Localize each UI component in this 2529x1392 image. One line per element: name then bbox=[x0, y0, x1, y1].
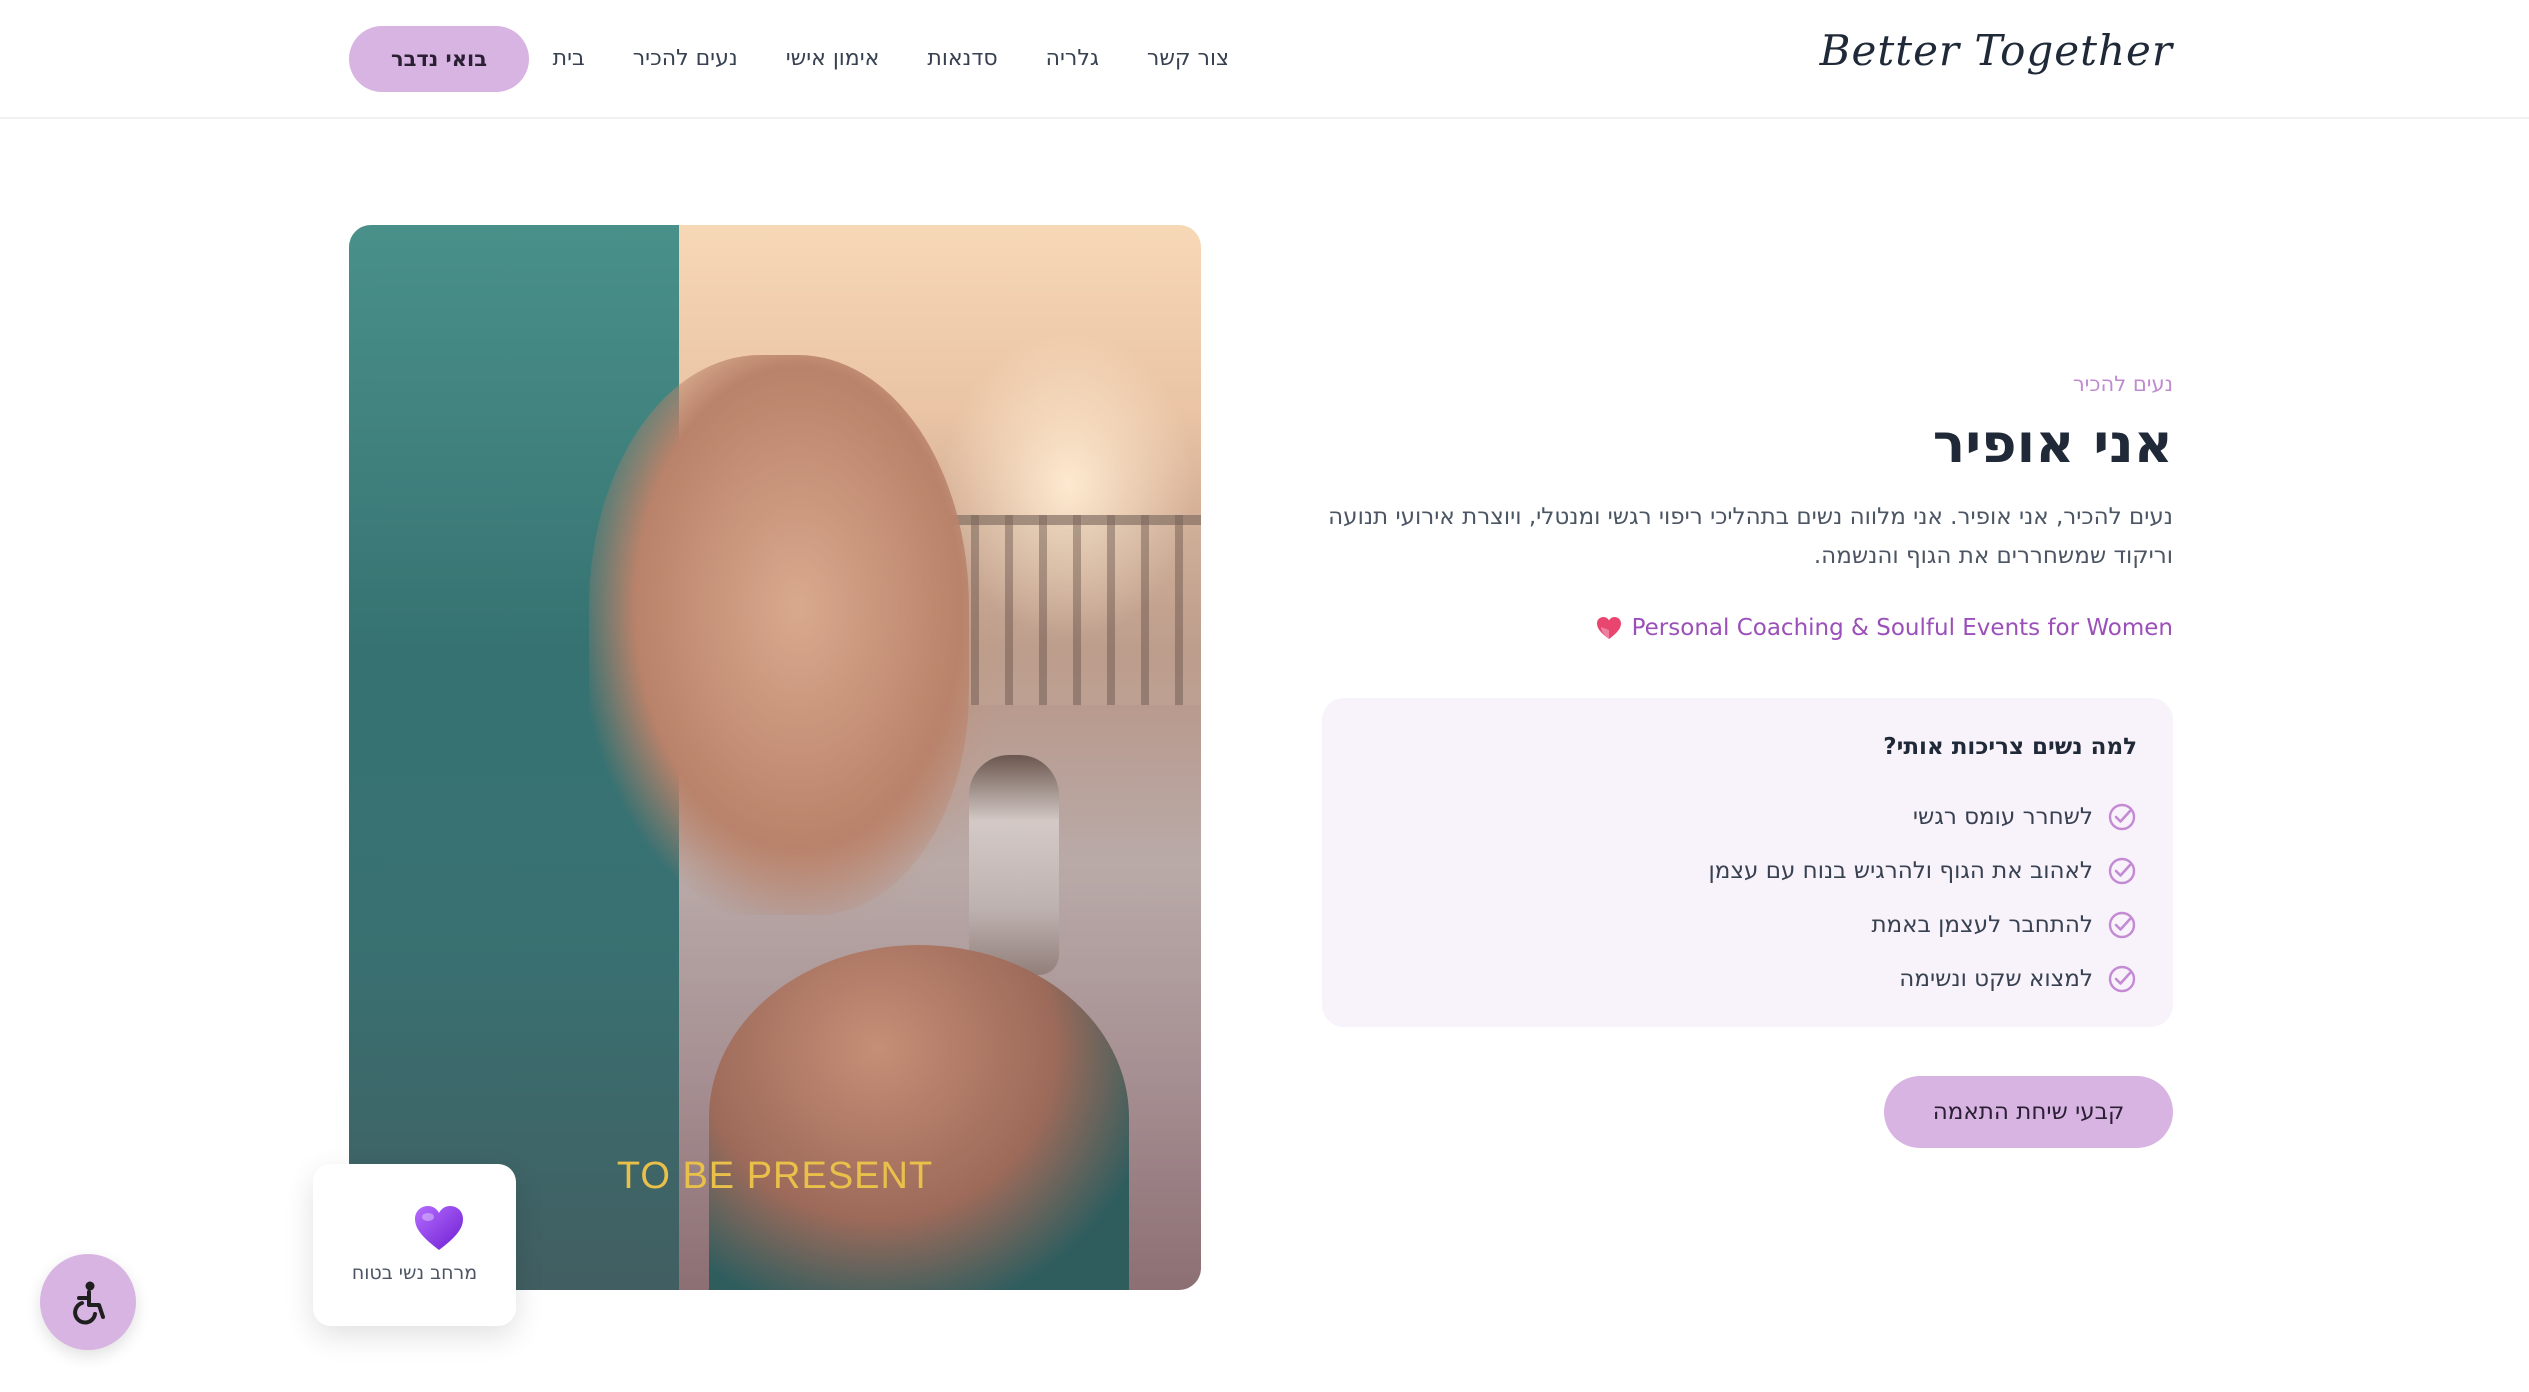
site-logo[interactable]: Better Together bbox=[1820, 26, 2173, 75]
accessibility-button[interactable] bbox=[40, 1254, 136, 1350]
list-item-text: לשחרר עומס רגשי bbox=[1912, 804, 2093, 830]
nav-item-coaching[interactable]: אימון אישי bbox=[786, 46, 880, 71]
check-circle-icon bbox=[2108, 911, 2136, 939]
nav-item-about[interactable]: נעים להכיר bbox=[633, 46, 738, 71]
list-item-text: להתחבר לעצמן באמת bbox=[1871, 912, 2093, 938]
page-title: אני אופיר bbox=[1932, 412, 2173, 475]
about-description: נעים להכיר, אני אופיר. אני מלווה נשים בת… bbox=[1328, 504, 2173, 569]
pink-heart-icon bbox=[1596, 617, 1621, 639]
section-eyebrow: נעים להכיר bbox=[2072, 372, 2173, 396]
list-item: לשחרר עומס רגשי bbox=[1708, 790, 2137, 844]
nav-item-contact[interactable]: צור קשר bbox=[1147, 46, 1229, 71]
lets-talk-button[interactable]: בואי נדבר bbox=[349, 26, 529, 92]
main-nav: בית נעים להכיר אימון אישי סדנאות גלריה צ… bbox=[553, 0, 1229, 117]
safe-space-card: מרחב נשי בטוח bbox=[313, 1164, 516, 1326]
list-item: למצוא שקט ונשימה bbox=[1708, 952, 2137, 1006]
photo-face-shape bbox=[589, 355, 969, 915]
safe-space-label: מרחב נשי בטוח bbox=[351, 1262, 478, 1284]
hero-photo: TO BE PRESENT bbox=[349, 225, 1201, 1290]
photo-shoulder-shape bbox=[709, 945, 1129, 1290]
list-item: לאהוב את הגוף ולהרגיש בנוח עם עצמן bbox=[1708, 844, 2137, 898]
why-me-card: למה נשים צריכות אותי? לשחרר עומס רגשי לא… bbox=[1322, 698, 2173, 1027]
nav-item-home[interactable]: בית bbox=[553, 46, 585, 71]
nav-item-gallery[interactable]: גלריה bbox=[1046, 46, 1099, 71]
photo-background-person-shape bbox=[969, 755, 1059, 975]
check-circle-icon bbox=[2108, 857, 2136, 885]
accessibility-icon bbox=[73, 1281, 105, 1325]
book-intro-call-button[interactable]: קבעי שיחת התאמה bbox=[1884, 1076, 2173, 1148]
tagline: Personal Coaching & Soulful Events for W… bbox=[1596, 615, 2173, 641]
purple-heart-icon bbox=[415, 1206, 463, 1250]
check-circle-icon bbox=[2108, 965, 2136, 993]
nav-item-workshops[interactable]: סדנאות bbox=[927, 46, 997, 71]
why-me-list: לשחרר עומס רגשי לאהוב את הגוף ולהרגיש בנ… bbox=[1708, 790, 2137, 1006]
why-me-title: למה נשים צריכות אותי? bbox=[1883, 734, 2137, 760]
list-item-text: לאהוב את הגוף ולהרגיש בנוח עם עצמן bbox=[1708, 858, 2093, 884]
check-circle-icon bbox=[2108, 803, 2136, 831]
site-header: Better Together בית נעים להכיר אימון איש… bbox=[0, 0, 2529, 119]
list-item-text: למצוא שקט ונשימה bbox=[1899, 966, 2093, 992]
tagline-text: Personal Coaching & Soulful Events for W… bbox=[1631, 615, 2173, 641]
list-item: להתחבר לעצמן באמת bbox=[1708, 898, 2137, 952]
